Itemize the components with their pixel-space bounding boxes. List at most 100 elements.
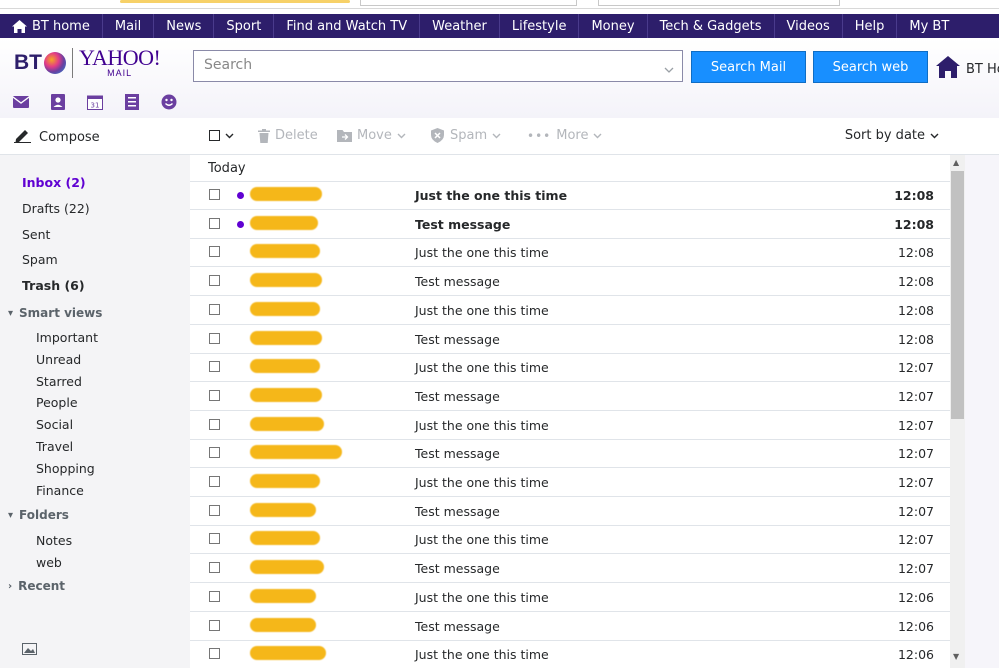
date-group-header: Today: [190, 155, 950, 182]
browser-search-field[interactable]: [598, 0, 840, 6]
nav-videos[interactable]: Videos: [775, 14, 842, 38]
message-row[interactable]: Sue Palmer Just the one this time 12:07: [190, 525, 950, 555]
message-row[interactable]: Sue Palmer Test message 12:07: [190, 439, 950, 469]
messenger-icon[interactable]: [160, 93, 178, 111]
compose-button[interactable]: Compose: [14, 127, 100, 147]
row-checkbox[interactable]: [209, 246, 220, 258]
smart-view-starred[interactable]: Starred: [36, 374, 82, 389]
smart-view-important[interactable]: Important: [36, 330, 98, 345]
search-input[interactable]: [194, 51, 654, 79]
chevron-down-icon[interactable]: [664, 60, 674, 73]
subject: Just the one this time: [415, 532, 549, 548]
bt-home-link[interactable]: BT Ho: [936, 56, 999, 82]
message-row[interactable]: Sue Palmer Test message 12:08: [190, 210, 950, 239]
chevron-down-icon: [593, 128, 607, 143]
smart-view-people[interactable]: People: [36, 395, 78, 410]
unread-dot-icon[interactable]: [237, 220, 244, 228]
scrollbar-thumb[interactable]: [951, 171, 964, 419]
nav-mail[interactable]: Mail: [103, 14, 153, 38]
message-row[interactable]: Sue Palmer Test message 12:07: [190, 382, 950, 411]
nav-money[interactable]: Money: [579, 14, 646, 38]
more-button[interactable]: ••• More: [527, 128, 607, 143]
sender-name-redacted: Sue Palmer: [250, 560, 324, 575]
nav-find-and-watch-tv[interactable]: Find and Watch TV: [274, 14, 419, 38]
spam-button[interactable]: Spam: [430, 128, 506, 143]
message-row[interactable]: Sue Palmer Test message 12:07: [190, 497, 950, 526]
scroll-down-icon[interactable]: ▼: [953, 652, 959, 661]
folder-inbox[interactable]: Inbox (2): [22, 175, 86, 190]
row-checkbox[interactable]: [209, 533, 220, 545]
subject: Test message: [415, 446, 500, 462]
calendar-icon[interactable]: 31: [86, 93, 104, 111]
sort-by-date-dropdown[interactable]: Sort by date: [845, 128, 939, 143]
folder-web[interactable]: web: [36, 555, 62, 570]
scroll-up-icon[interactable]: ▲: [953, 158, 959, 167]
smart-view-finance[interactable]: Finance: [36, 483, 84, 498]
row-checkbox[interactable]: [209, 504, 220, 516]
folder-notes[interactable]: Notes: [36, 533, 72, 548]
folders-toggle[interactable]: ▾ Folders: [8, 508, 69, 522]
nav-news[interactable]: News: [154, 14, 213, 38]
move-button[interactable]: Move: [337, 128, 411, 143]
row-checkbox[interactable]: [209, 447, 220, 459]
row-checkbox[interactable]: [209, 619, 220, 631]
row-checkbox[interactable]: [209, 332, 220, 344]
browser-field[interactable]: [360, 0, 577, 6]
search-web-button[interactable]: Search web: [813, 51, 928, 83]
message-row[interactable]: Sue Palmer Just the one this time 12:08: [190, 238, 950, 268]
recent-toggle[interactable]: › Recent: [8, 579, 65, 593]
smart-views-toggle[interactable]: ▾ Smart views: [8, 306, 102, 320]
row-checkbox[interactable]: [209, 476, 220, 487]
row-checkbox[interactable]: [209, 648, 220, 660]
nav-my-bt[interactable]: My BT: [897, 14, 961, 38]
row-checkbox[interactable]: [209, 275, 220, 287]
bt-yahoo-mail-logo[interactable]: BT YAHOO! MAIL: [14, 47, 161, 78]
message-row[interactable]: Sue Palmer Just the one this time 12:08: [190, 296, 950, 325]
message-row[interactable]: Sue Palmer Test message 12:06: [190, 612, 950, 641]
folder-spam[interactable]: Spam: [22, 252, 58, 267]
row-checkbox[interactable]: [209, 562, 220, 574]
row-checkbox[interactable]: [209, 189, 220, 200]
message-row[interactable]: Sue Palmer Test message 12:08: [190, 267, 950, 297]
nav-help[interactable]: Help: [843, 14, 897, 38]
smart-view-unread[interactable]: Unread: [36, 352, 81, 367]
unread-dot-icon[interactable]: [237, 192, 244, 199]
row-checkbox[interactable]: [209, 217, 220, 229]
message-row[interactable]: Sue Palmer Just the one this time 12:08: [190, 181, 950, 210]
sender-name-redacted: Sue Palmer: [250, 531, 320, 546]
browser-bookmark-strip: [0, 0, 999, 9]
select-all-checkbox[interactable]: [209, 128, 239, 143]
delete-button[interactable]: Delete: [258, 128, 318, 143]
row-checkbox[interactable]: [209, 361, 220, 373]
nav-bt-home[interactable]: BT home: [0, 14, 102, 38]
message-row[interactable]: Sue Palmer Just the one this time 12:06: [190, 583, 950, 612]
folder-drafts[interactable]: Drafts (22): [22, 201, 90, 216]
message-row[interactable]: Sue Palmer Just the one this time 12:07: [190, 411, 950, 440]
mail-icon[interactable]: [12, 93, 30, 111]
contacts-icon[interactable]: [49, 93, 67, 111]
smart-view-travel[interactable]: Travel: [36, 439, 73, 454]
photo-icon[interactable]: [22, 640, 37, 659]
row-checkbox[interactable]: [209, 590, 220, 602]
nav-lifestyle[interactable]: Lifestyle: [500, 14, 579, 38]
checkbox-icon: [209, 130, 220, 141]
row-checkbox[interactable]: [209, 303, 220, 315]
message-row[interactable]: Sue Palmer Test message 12:08: [190, 325, 950, 354]
smart-view-shopping[interactable]: Shopping: [36, 461, 95, 476]
row-checkbox[interactable]: [209, 389, 220, 401]
message-row[interactable]: Sue Palmer Just the one this time 12:06: [190, 640, 950, 668]
chevron-down-icon: ▾: [8, 307, 14, 319]
row-checkbox[interactable]: [209, 418, 220, 430]
message-row[interactable]: Sue Palmer Test message 12:07: [190, 554, 950, 584]
smart-view-social[interactable]: Social: [36, 417, 73, 432]
nav-sport[interactable]: Sport: [214, 14, 273, 38]
notepad-icon[interactable]: [123, 93, 141, 111]
message-row[interactable]: Sue Palmer Just the one this time 12:07: [190, 468, 950, 497]
folder-trash[interactable]: Trash (6): [22, 278, 85, 293]
scrollbar[interactable]: ▲ ▼: [950, 155, 965, 668]
message-row[interactable]: Sue Palmer Just the one this time 12:07: [190, 353, 950, 383]
nav-tech-gadgets[interactable]: Tech & Gadgets: [648, 14, 774, 38]
nav-weather[interactable]: Weather: [420, 14, 499, 38]
folder-sent[interactable]: Sent: [22, 227, 50, 242]
search-mail-button[interactable]: Search Mail: [691, 51, 806, 83]
